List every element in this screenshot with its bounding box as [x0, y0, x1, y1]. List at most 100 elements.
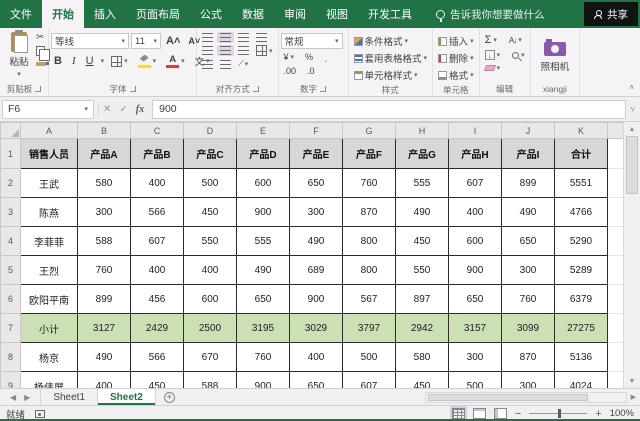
cell-C7[interactable]: 2429	[131, 314, 184, 343]
number-dialog-launcher[interactable]	[320, 86, 326, 92]
cell-B6[interactable]: 899	[78, 285, 131, 314]
cell-H5[interactable]: 550	[396, 256, 449, 285]
cell-B2[interactable]: 580	[78, 169, 131, 198]
cell-H9[interactable]: 450	[396, 372, 449, 389]
cell-E2[interactable]: 600	[237, 169, 290, 198]
row-header-4[interactable]: 4	[1, 227, 21, 256]
paste-button[interactable]: 粘贴 ▾	[2, 30, 36, 80]
cell-J4[interactable]: 650	[502, 227, 555, 256]
cell-G8[interactable]: 500	[343, 343, 396, 372]
enter-formula-button[interactable]: ✓	[119, 104, 127, 115]
row-header-8[interactable]: 8	[1, 343, 21, 372]
alignment-dialog-launcher[interactable]	[253, 86, 259, 92]
select-all-corner[interactable]	[1, 123, 21, 139]
increase-indent-button[interactable]	[217, 59, 234, 70]
insert-cells-button[interactable]: 插入▾	[435, 33, 477, 49]
cell-K7[interactable]: 27275	[555, 314, 608, 343]
format-painter-button[interactable]	[36, 62, 46, 66]
cell-J8[interactable]: 870	[502, 343, 555, 372]
cell-C5[interactable]: 400	[131, 256, 184, 285]
tell-me-box[interactable]: 告诉我你想要做什么	[436, 0, 584, 28]
next-sheet-icon[interactable]: ▶	[24, 393, 30, 402]
cell-C4[interactable]: 607	[131, 227, 184, 256]
align-right-button[interactable]	[235, 45, 252, 56]
increase-decimal-button[interactable]: .00	[281, 65, 300, 77]
cell-extra[interactable]	[608, 198, 624, 227]
row-header-9[interactable]: 9	[1, 372, 21, 389]
cell-C2[interactable]: 400	[131, 169, 184, 198]
scroll-right-icon[interactable]: ▶	[627, 393, 640, 401]
cell-I9[interactable]: 500	[449, 372, 502, 389]
cell-I1[interactable]: 产品H	[449, 139, 502, 169]
cell-F3[interactable]: 300	[290, 198, 343, 227]
clear-button[interactable]: ▾	[482, 63, 504, 73]
ribbon-tab-数据[interactable]: 数据	[232, 0, 274, 28]
cell-G4[interactable]: 800	[343, 227, 396, 256]
cell-F2[interactable]: 650	[290, 169, 343, 198]
cell-D2[interactable]: 500	[184, 169, 237, 198]
cell-E6[interactable]: 650	[237, 285, 290, 314]
cell-B7[interactable]: 3127	[78, 314, 131, 343]
comma-button[interactable]: ˏ	[321, 51, 330, 63]
cell-C3[interactable]: 566	[131, 198, 184, 227]
bold-button[interactable]: B	[51, 54, 65, 68]
cell-extra[interactable]	[608, 227, 624, 256]
column-header-G[interactable]: G	[343, 123, 396, 139]
cell-K9[interactable]: 4024	[555, 372, 608, 389]
fill-button[interactable]: ↓▾	[482, 49, 504, 61]
cell-J6[interactable]: 760	[502, 285, 555, 314]
cell-C1[interactable]: 产品B	[131, 139, 184, 169]
cell-K2[interactable]: 5551	[555, 169, 608, 198]
cell-extra[interactable]	[608, 256, 624, 285]
row-header-1[interactable]: 1	[1, 139, 21, 169]
cell-F4[interactable]: 490	[290, 227, 343, 256]
underline-button[interactable]: U	[83, 54, 97, 68]
align-top-button[interactable]	[199, 32, 216, 43]
cut-button[interactable]: ✂	[36, 33, 46, 43]
cell-E4[interactable]: 555	[237, 227, 290, 256]
cell-A6[interactable]: 欧阳平南	[21, 285, 78, 314]
borders-button[interactable]: ▾	[108, 55, 131, 68]
delete-cells-button[interactable]: 删除▾	[435, 50, 477, 66]
format-cells-button[interactable]: 格式▾	[435, 67, 477, 83]
cell-K6[interactable]: 6379	[555, 285, 608, 314]
cell-A5[interactable]: 王烈	[21, 256, 78, 285]
zoom-slider-thumb[interactable]	[558, 409, 561, 418]
cell-H8[interactable]: 580	[396, 343, 449, 372]
cell-I6[interactable]: 650	[449, 285, 502, 314]
cell-B1[interactable]: 产品A	[78, 139, 131, 169]
font-dialog-launcher[interactable]	[130, 86, 136, 92]
find-select-button[interactable]: ▾	[509, 50, 528, 60]
align-center-button[interactable]	[217, 45, 234, 56]
cell-H6[interactable]: 897	[396, 285, 449, 314]
decrease-indent-button[interactable]	[199, 59, 216, 70]
zoom-in-button[interactable]: +	[595, 408, 601, 420]
prev-sheet-icon[interactable]: ◀	[10, 393, 16, 402]
cell-extra[interactable]	[608, 285, 624, 314]
ribbon-tab-视图[interactable]: 视图	[316, 0, 358, 28]
cell-H2[interactable]: 555	[396, 169, 449, 198]
vscroll-thumb[interactable]	[626, 136, 638, 194]
clipboard-dialog-launcher[interactable]	[35, 86, 41, 92]
row-header-2[interactable]: 2	[1, 169, 21, 198]
cell-E3[interactable]: 900	[237, 198, 290, 227]
cell-A1[interactable]: 销售人员	[21, 139, 78, 169]
vertical-scrollbar[interactable]: ▲ ▼	[623, 122, 640, 388]
cell-C8[interactable]: 566	[131, 343, 184, 372]
cell-J1[interactable]: 产品I	[502, 139, 555, 169]
wrap-text-button[interactable]	[253, 32, 270, 43]
share-button[interactable]: 共享	[584, 2, 638, 26]
cell-G7[interactable]: 3797	[343, 314, 396, 343]
macro-record-icon[interactable]	[35, 410, 45, 418]
horizontal-scrollbar[interactable]: ▶	[425, 389, 640, 405]
cell-D6[interactable]: 600	[184, 285, 237, 314]
page-layout-view-button[interactable]	[473, 408, 486, 419]
cell-H4[interactable]: 450	[396, 227, 449, 256]
cell-A2[interactable]: 王武	[21, 169, 78, 198]
cell-extra[interactable]	[608, 139, 624, 169]
format-as-table-button[interactable]: 套用表格格式▾	[351, 50, 431, 66]
cell-A9[interactable]: 杨伟展	[21, 372, 78, 389]
cell-I8[interactable]: 300	[449, 343, 502, 372]
camera-button[interactable]: 照相机	[533, 39, 578, 73]
column-header-I[interactable]: I	[449, 123, 502, 139]
